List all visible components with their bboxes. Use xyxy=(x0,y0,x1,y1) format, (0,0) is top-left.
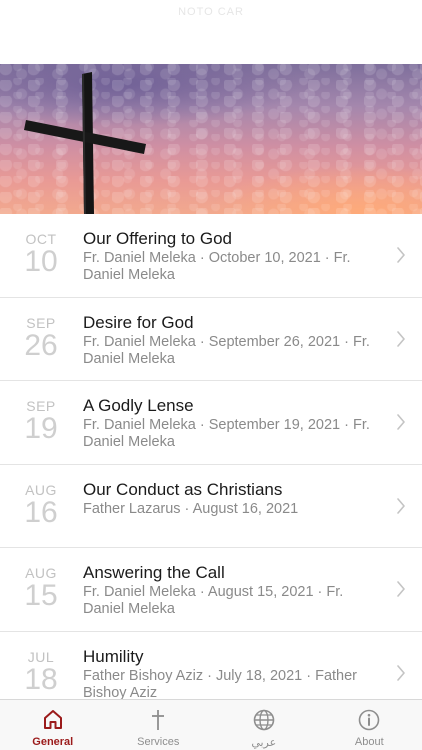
chevron-right-icon xyxy=(397,497,405,514)
sermon-subtitle: Fr. Daniel Meleka · August 15, 2021 · Fr… xyxy=(83,584,344,617)
cross-icon xyxy=(24,72,146,214)
tab-label: عربي xyxy=(251,737,277,749)
sermon-subtitle: Father Lazarus · August 16, 2021 xyxy=(83,500,299,517)
sermon-subtitle: Fr. Daniel Meleka · October 10, 2021 · F… xyxy=(83,250,351,283)
sermon-title: A Godly Lense xyxy=(83,396,194,415)
date-month: JUL xyxy=(27,648,55,665)
chevron-right-icon xyxy=(397,581,405,597)
sermon-title: Answering the Call xyxy=(83,563,225,582)
tab-arabic[interactable]: عربي xyxy=(211,700,317,750)
sermon-title: Our Offering to God xyxy=(83,229,232,248)
chevron-right-icon xyxy=(397,414,405,430)
sermon-title: Humility xyxy=(83,646,144,666)
chevron-right-icon xyxy=(397,247,405,263)
date-badge: SEP 26 xyxy=(18,316,64,361)
list-item[interactable]: OCT 10 Our Offering to God Fr. Daniel Melek… xyxy=(0,214,422,298)
chevron-right-icon xyxy=(397,664,405,681)
date-day: 16 xyxy=(24,495,58,529)
date-day: 18 xyxy=(24,662,58,696)
date-day: 26 xyxy=(24,328,58,362)
list-item[interactable]: JUL 18 Humility Father Bishoy Aziz · July 1… xyxy=(0,632,422,700)
date-month: SEP xyxy=(26,314,56,331)
tab-bar: General Services عربي About xyxy=(0,699,422,750)
sermon-subtitle: Father Bishoy Aziz · July 18, 2021 · Fat… xyxy=(83,667,358,700)
date-month: OCT xyxy=(25,231,57,247)
sermon-title: Our Conduct as Christians xyxy=(83,479,283,499)
status-bar-text: NOTO CAR xyxy=(178,6,244,18)
date-day: 19 xyxy=(24,412,58,445)
date-badge: JUL 18 xyxy=(18,650,64,695)
sermon-subtitle: Fr. Daniel Meleka · September 19, 2021 ·… xyxy=(83,417,370,450)
sermon-title: Desire for God xyxy=(83,312,194,332)
date-badge: AUG 16 xyxy=(18,483,64,528)
date-month: AUG xyxy=(25,565,57,581)
tab-label: About xyxy=(354,736,384,748)
tab-services[interactable]: Services xyxy=(106,700,212,750)
chevron-right-icon xyxy=(397,330,405,347)
date-badge: OCT 10 xyxy=(18,232,64,277)
tab-general[interactable]: General xyxy=(0,700,106,750)
status-bar: NOTO CAR xyxy=(0,0,422,64)
list-item[interactable]: SEP 19 A Godly Lense Fr. Daniel Meleka · Se… xyxy=(0,381,422,465)
tab-label: Services xyxy=(137,736,180,748)
sermon-subtitle: Fr. Daniel Meleka · September 26, 2021 ·… xyxy=(83,333,370,367)
tab-label: General xyxy=(32,736,74,748)
date-badge: AUG 15 xyxy=(18,566,64,611)
date-month: AUG xyxy=(25,481,57,498)
list-item[interactable]: AUG 15 Answering the Call Fr. Daniel Meleka… xyxy=(0,548,422,632)
sermon-list[interactable]: OCT 10 Our Offering to God Fr. Daniel Melek… xyxy=(0,214,422,699)
date-badge: SEP 19 xyxy=(18,399,64,444)
date-day: 10 xyxy=(24,245,58,278)
date-month: SEP xyxy=(26,398,56,414)
list-item[interactable]: SEP 26 Desire for God Fr. Daniel Meleka · S… xyxy=(0,298,422,381)
tab-about[interactable]: About xyxy=(317,700,422,750)
date-day: 15 xyxy=(24,579,58,612)
header-image xyxy=(0,64,422,214)
list-item[interactable]: AUG 16 Our Conduct as Christians Father Laz… xyxy=(0,465,422,548)
